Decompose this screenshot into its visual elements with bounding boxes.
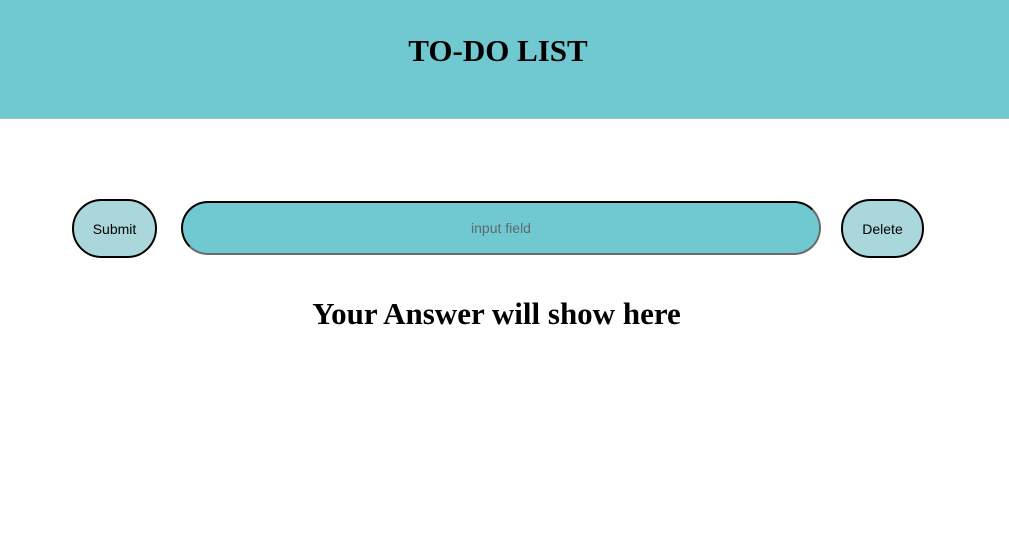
submit-button[interactable]: Submit: [72, 199, 157, 258]
answer-output: Your Answer will show here: [312, 296, 681, 331]
header-bar: TO-DO LIST: [0, 0, 1009, 119]
task-input[interactable]: [181, 201, 821, 255]
page-title: TO-DO LIST: [408, 33, 588, 68]
delete-button[interactable]: Delete: [841, 199, 924, 258]
